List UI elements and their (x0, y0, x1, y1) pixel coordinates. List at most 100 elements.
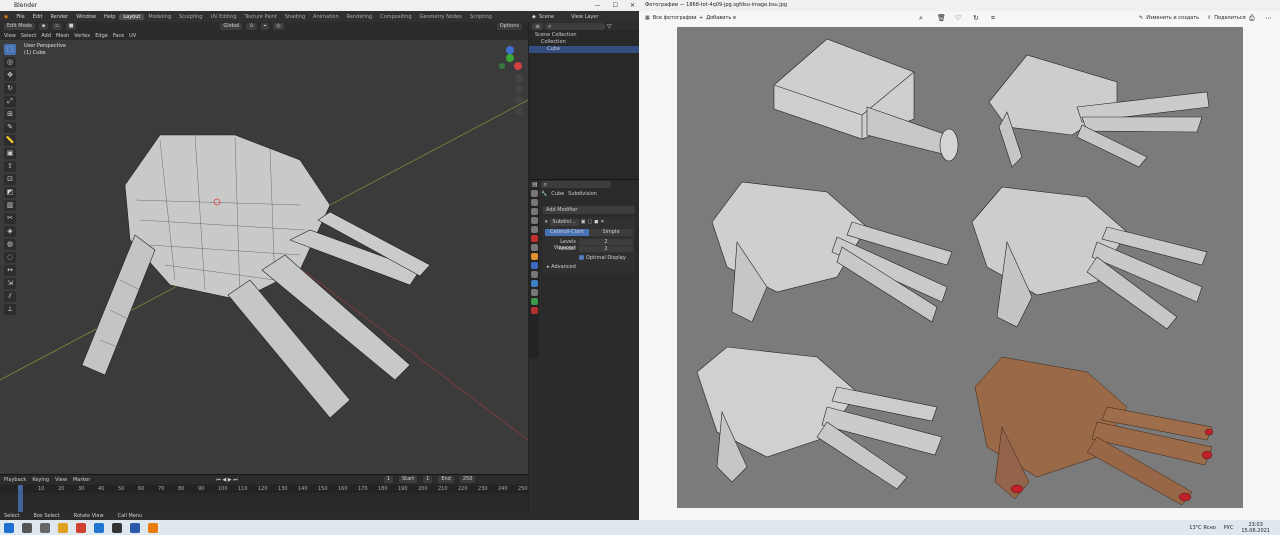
3d-viewport[interactable] (0, 40, 528, 474)
move-tool-icon[interactable]: ✥ (4, 70, 16, 81)
advanced-subpanel[interactable]: ▸ Advanced (547, 264, 627, 270)
material-tab-icon[interactable] (530, 307, 538, 314)
workspace-tab-compositing[interactable]: Compositing (376, 14, 415, 20)
menu-window[interactable]: Window (72, 14, 100, 20)
current-frame-field[interactable]: 1 (383, 476, 393, 483)
end-frame-field[interactable]: 250 (459, 476, 476, 483)
y-axis-gizmo-icon[interactable] (506, 54, 514, 62)
bevel-tool-icon[interactable]: ◩ (4, 187, 16, 198)
pivot-icon[interactable]: ⊙ (246, 23, 257, 30)
viewport-menu-select[interactable]: Select (21, 33, 36, 39)
loop-cut-tool-icon[interactable]: ▥ (4, 200, 16, 211)
particles-tab-icon[interactable] (530, 271, 538, 278)
share-button[interactable]: ⇪ Поделиться (1207, 15, 1246, 21)
close-icon[interactable]: ✕ (630, 0, 635, 11)
smooth-tool-icon[interactable]: ◌ (4, 252, 16, 263)
knife-tool-icon[interactable]: ✂ (4, 213, 16, 224)
world-tab-icon[interactable] (530, 235, 538, 242)
workspace-tab-scripting[interactable]: Scripting (466, 14, 496, 20)
playback-controls[interactable]: ⏮ ◀ ▶ ⏭ (216, 477, 237, 483)
workspace-tab-modeling[interactable]: Modeling (144, 14, 175, 20)
menu-help[interactable]: Help (100, 14, 119, 20)
viewport-menu-view[interactable]: View (4, 33, 16, 39)
expand-chevron-icon[interactable]: ▾ (545, 219, 548, 225)
timeline-menu-marker[interactable]: Marker (73, 477, 90, 483)
outliner-item-cube[interactable]: Cube (529, 46, 639, 53)
more-icon[interactable]: ⋯ (1265, 14, 1272, 22)
file-explorer-icon[interactable] (58, 522, 68, 533)
viewport-menu-add[interactable]: Add (41, 33, 51, 39)
tool-tab-icon[interactable] (530, 190, 538, 197)
delete-icon[interactable]: 🗑 (937, 14, 946, 22)
chrome-icon[interactable] (76, 522, 86, 533)
modifier-name-field[interactable]: Subdivi... (549, 218, 579, 226)
annotate-tool-icon[interactable]: ✎ (4, 122, 16, 133)
outliner-item-collection[interactable]: Collection (529, 39, 639, 46)
render-levels-field[interactable]: 2 (579, 246, 633, 252)
modifier-tab-icon[interactable] (530, 262, 538, 269)
rotate-icon[interactable]: ↻ (973, 14, 979, 22)
vertex-select-button[interactable]: ▪ (38, 23, 49, 30)
workspace-tab-texture-paint[interactable]: Texture Paint (241, 14, 281, 20)
physics-tab-icon[interactable] (530, 280, 538, 287)
transform-tool-icon[interactable]: ⊞ (4, 109, 16, 120)
workspace-tab-animation[interactable]: Animation (309, 14, 343, 20)
navigation-gizmo[interactable] (495, 46, 527, 120)
search-icon[interactable] (22, 522, 32, 533)
scene-tab-icon[interactable] (530, 226, 538, 233)
shear-tool-icon[interactable]: ⫽ (4, 291, 16, 302)
realtime-icon[interactable]: ▢ (587, 219, 592, 225)
crop-icon[interactable]: ⌗ (991, 14, 995, 23)
cursor-tool-icon[interactable]: ◎ (4, 57, 16, 68)
properties-type-icon[interactable]: ▤ (532, 181, 538, 188)
edge-select-button[interactable]: ▫ (52, 23, 62, 30)
collection-tab-icon[interactable] (530, 244, 538, 251)
proportional-icon[interactable]: ◎ (273, 23, 284, 30)
blender-app-icon[interactable] (148, 522, 158, 533)
simple-tab[interactable]: Simple (589, 229, 633, 236)
z-axis-gizmo-icon[interactable] (506, 46, 514, 54)
inset-tool-icon[interactable]: ⊡ (4, 174, 16, 185)
properties-search-input[interactable]: ⌕ (540, 180, 611, 188)
timeline-menu-view[interactable]: View (55, 477, 67, 483)
menu-file[interactable]: File (12, 14, 28, 20)
display-mode-icon[interactable]: ≡ (532, 22, 544, 30)
menu-render[interactable]: Render (46, 14, 72, 20)
timeline-menu-keying[interactable]: Keying (32, 477, 49, 483)
remove-modifier-icon[interactable]: ✕ (600, 219, 604, 225)
view-layer-selector[interactable]: View Layer (571, 14, 598, 20)
outliner-search-input[interactable]: ⌕ (545, 22, 606, 30)
workspace-tab-shading[interactable]: Shading (281, 14, 309, 20)
print-icon[interactable]: ⎙ (1249, 14, 1255, 23)
edge-slide-tool-icon[interactable]: ↔ (4, 265, 16, 276)
optimal-display-checkbox[interactable]: ✓ (579, 255, 584, 260)
view-layer-tab-icon[interactable] (530, 217, 538, 224)
transform-orientation-dropdown[interactable]: Global (220, 23, 243, 30)
face-select-button[interactable]: ■ (65, 23, 77, 30)
timeline-menu-playback[interactable]: Playback (4, 477, 26, 483)
menu-edit[interactable]: Edit (29, 14, 47, 20)
pan-hand-icon[interactable] (515, 85, 523, 93)
viewport-menu-face[interactable]: Face (113, 33, 124, 39)
constraints-tab-icon[interactable] (530, 289, 538, 296)
viewport-menu-edge[interactable]: Edge (95, 33, 108, 39)
rip-tool-icon[interactable]: ⟂ (4, 304, 16, 315)
clock[interactable]: 23:03 15.06.2021 (1241, 522, 1270, 534)
camera-view-icon[interactable] (515, 96, 523, 104)
measure-tool-icon[interactable]: 📏 (4, 135, 16, 146)
object-tab-icon[interactable] (530, 253, 538, 260)
viewport-menu-vertex[interactable]: Vertex (74, 33, 90, 39)
task-view-icon[interactable] (40, 522, 50, 533)
zoom-icon[interactable] (515, 74, 523, 82)
workspace-tab-layout[interactable]: Layout (119, 13, 145, 20)
zoom-icon[interactable]: ⌕ (919, 14, 923, 23)
render-tab-icon[interactable] (530, 199, 538, 206)
start-icon[interactable] (4, 522, 14, 533)
language-label[interactable]: РУС (1224, 525, 1234, 531)
rotate-tool-icon[interactable]: ↻ (4, 83, 16, 94)
workspace-tab-uv-editing[interactable]: UV Editing (206, 14, 240, 20)
steam-icon[interactable] (112, 522, 122, 533)
favorite-icon[interactable]: ♡ (955, 14, 961, 22)
viewport-menu-uv[interactable]: UV (129, 33, 136, 39)
scene-selector[interactable]: Scene (539, 14, 554, 20)
